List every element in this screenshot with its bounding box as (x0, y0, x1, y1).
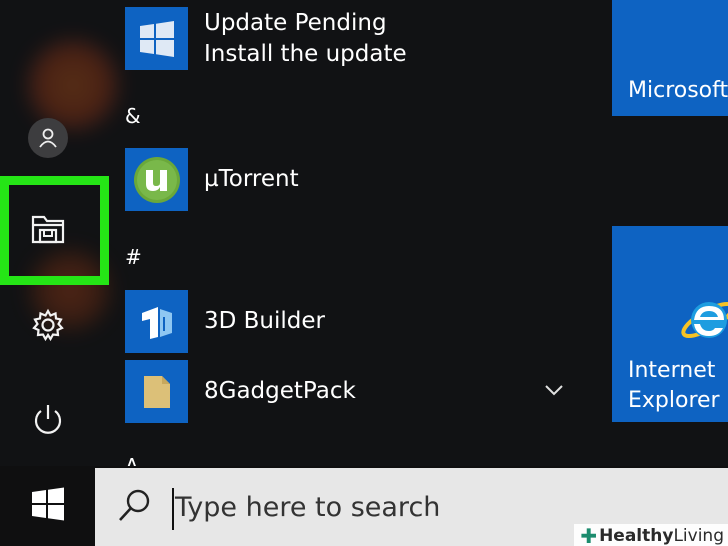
utorrent-icon (125, 148, 188, 211)
power-button[interactable] (0, 402, 95, 442)
search-input[interactable]: Type here to search (175, 492, 440, 523)
tile-internet-explorer[interactable]: Internet Explorer (612, 226, 728, 422)
app-item-update-pending[interactable]: Update Pending Install the update (125, 7, 585, 70)
internet-explorer-icon (678, 288, 728, 356)
file-explorer-highlight-box (0, 176, 109, 285)
user-account-button[interactable] (0, 117, 95, 159)
app-label-8gadgetpack: 8GadgetPack (204, 378, 356, 404)
tile-microsoft[interactable]: Microsoft (612, 0, 728, 116)
taskbar: Type here to search ✚ Healthy Living (0, 466, 728, 546)
app-item-3d-builder[interactable]: 3D Builder (125, 290, 585, 353)
search-icon (117, 488, 151, 528)
app-label-3d-builder: 3D Builder (204, 308, 325, 334)
windows-logo-icon (125, 7, 188, 70)
watermark-suffix: Living (673, 526, 724, 546)
section-header-hash[interactable]: # (125, 245, 142, 269)
tile-label-internet: Internet (628, 358, 716, 383)
app-item-8gadgetpack[interactable]: 8GadgetPack (125, 360, 585, 423)
app-label-update-pending: Update Pending (204, 9, 387, 36)
user-icon (27, 118, 68, 158)
watermark-plus-icon: ✚ (580, 524, 598, 546)
power-icon (32, 403, 64, 441)
start-menu-screen: Update Pending Install the update & µTor… (0, 0, 728, 546)
3d-builder-icon (125, 290, 188, 353)
windows-logo-icon (31, 487, 65, 525)
search-box[interactable]: Type here to search ✚ Healthy Living (95, 468, 728, 546)
app-label-utorrent: µTorrent (204, 166, 299, 192)
settings-gear-icon (31, 308, 65, 346)
chevron-down-icon[interactable] (544, 382, 564, 401)
folder-icon (125, 360, 188, 423)
text-cursor (172, 488, 174, 530)
section-header-ampersand[interactable]: & (125, 104, 141, 128)
start-button[interactable] (0, 466, 95, 546)
app-item-utorrent[interactable]: µTorrent (125, 148, 585, 211)
watermark: ✚ Healthy Living (574, 524, 728, 546)
app-sublabel-install-update: Install the update (204, 40, 407, 67)
tile-label-explorer: Explorer (628, 388, 720, 413)
watermark-prefix: Healthy (599, 526, 674, 546)
tile-label-microsoft: Microsoft (628, 78, 728, 103)
settings-button[interactable] (0, 307, 95, 347)
